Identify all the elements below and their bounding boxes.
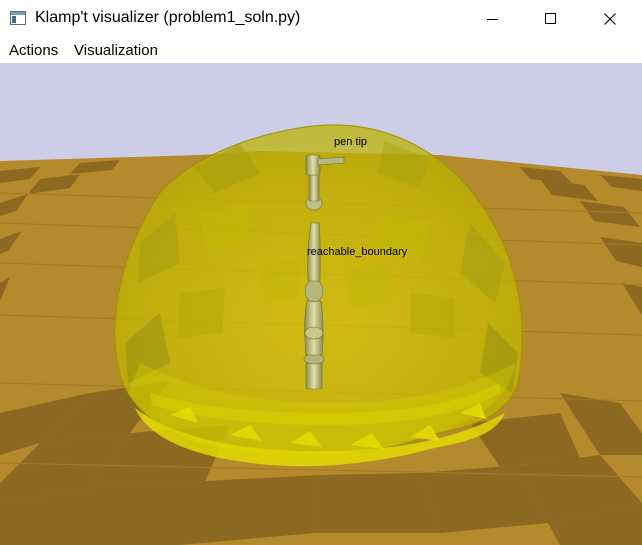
visualizer-window: Klamp't visualizer (problem1_soln.py) Ac… [0, 0, 642, 545]
maximize-icon [545, 13, 556, 24]
scene-canvas [0, 63, 642, 545]
menu-bar: Actions Visualization [0, 38, 642, 63]
app-window-icon [10, 11, 26, 25]
title-bar[interactable]: Klamp't visualizer (problem1_soln.py) [0, 0, 642, 38]
menu-visualization[interactable]: Visualization [74, 42, 158, 59]
close-button[interactable] [587, 0, 633, 38]
minimize-button[interactable] [470, 0, 516, 38]
maximize-button[interactable] [528, 0, 574, 38]
window-title: Klamp't visualizer (problem1_soln.py) [35, 9, 301, 26]
menu-actions[interactable]: Actions [9, 42, 58, 59]
3d-viewport[interactable]: pen tip reachable_boundary [0, 63, 642, 545]
close-icon [604, 13, 616, 25]
pen-tip-label: pen tip [334, 136, 368, 148]
reachable-boundary-label: reachable_boundary [307, 246, 408, 258]
minimize-icon [487, 19, 498, 20]
